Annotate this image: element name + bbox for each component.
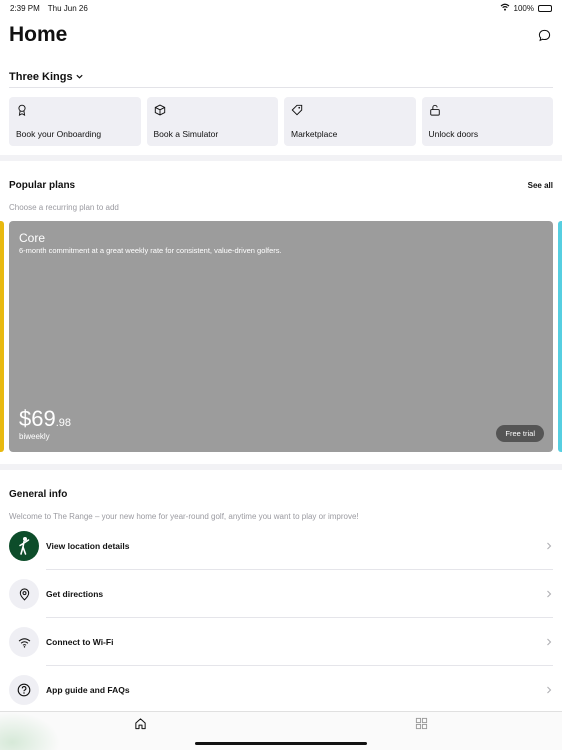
popular-plans-header: Popular plans See all — [9, 180, 553, 191]
wifi-status-icon — [500, 3, 510, 13]
plan-price: $69 .98 — [19, 406, 71, 432]
battery-icon — [538, 4, 552, 12]
chevron-down-icon — [75, 74, 83, 79]
quick-actions: Book your Onboarding Book a Simulator Ma… — [9, 97, 553, 146]
grid-icon — [415, 717, 427, 729]
plan-period: biweekly — [19, 432, 50, 441]
home-indicator — [195, 742, 367, 745]
section-subtitle: Choose a recurring plan to add — [9, 203, 119, 212]
tab-more[interactable] — [414, 716, 428, 730]
location-name: Three Kings — [9, 70, 73, 83]
section-divider — [0, 464, 562, 470]
chevron-right-icon — [545, 638, 553, 646]
book-onboarding-card[interactable]: Book your Onboarding — [9, 97, 141, 146]
quick-action-label: Unlock doors — [428, 129, 479, 139]
next-plan-card-peek[interactable] — [558, 221, 562, 452]
help-circle-icon — [9, 675, 39, 705]
chevron-right-icon — [545, 590, 553, 598]
marketplace-card[interactable]: Marketplace — [284, 97, 416, 146]
chat-button[interactable] — [535, 26, 553, 44]
general-info-header: General info — [9, 489, 553, 500]
cube-icon — [154, 104, 165, 116]
battery-percent: 100% — [513, 3, 534, 13]
tag-icon — [291, 104, 303, 116]
book-simulator-card[interactable]: Book a Simulator — [146, 97, 278, 146]
award-icon — [18, 104, 26, 116]
see-all-link[interactable]: See all — [528, 181, 553, 190]
chevron-right-icon — [545, 542, 553, 550]
section-title: General info — [9, 489, 68, 500]
location-selector[interactable]: Three Kings — [9, 71, 84, 83]
plan-name: Core — [19, 231, 46, 245]
map-pin-icon — [9, 579, 39, 609]
info-row-label: Get directions — [46, 589, 104, 599]
location-row: Three Kings — [9, 66, 553, 88]
chat-bubble-icon — [538, 29, 550, 41]
golfer-logo-icon — [9, 531, 39, 561]
app-guide-faqs-row[interactable]: App guide and FAQs — [9, 666, 553, 714]
section-divider — [0, 155, 562, 161]
plan-description: 6-month commitment at a great weekly rat… — [19, 246, 282, 255]
connect-wifi-row[interactable]: Connect to Wi-Fi — [9, 618, 553, 666]
section-subtitle: Welcome to The Range – your new home for… — [9, 512, 359, 521]
plans-carousel[interactable]: Core 6-month commitment at a great weekl… — [0, 221, 562, 452]
section-title: Popular plans — [9, 180, 76, 191]
info-row-label: App guide and FAQs — [46, 685, 130, 695]
header: Home — [9, 20, 553, 50]
status-bar: 2:39 PM Thu Jun 26 100% — [0, 0, 562, 16]
quick-action-label: Book a Simulator — [153, 129, 219, 139]
previous-plan-card-peek[interactable] — [0, 221, 4, 452]
info-row-label: Connect to Wi-Fi — [46, 637, 114, 647]
view-location-details-row[interactable]: View location details — [9, 522, 553, 570]
info-row-label: View location details — [46, 541, 130, 551]
quick-action-label: Marketplace — [291, 129, 338, 139]
unlock-icon — [429, 104, 440, 116]
tab-home[interactable] — [133, 716, 147, 730]
tab-bar — [0, 711, 562, 750]
chevron-right-icon — [545, 686, 553, 694]
plan-card-core[interactable]: Core 6-month commitment at a great weekl… — [9, 221, 553, 452]
tab-bar-glow — [0, 712, 60, 750]
price-dollars: $69 — [19, 406, 56, 431]
status-time: 2:39 PM — [10, 3, 40, 13]
general-info-list: View location details Get directions Con… — [9, 522, 553, 714]
unlock-doors-card[interactable]: Unlock doors — [421, 97, 553, 146]
free-trial-button[interactable]: Free trial — [496, 425, 544, 442]
status-date: Thu Jun 26 — [47, 3, 88, 13]
home-icon — [134, 717, 146, 729]
price-cents: .98 — [55, 417, 72, 429]
quick-action-label: Book your Onboarding — [16, 129, 102, 139]
wifi-icon — [9, 627, 39, 657]
page-title: Home — [9, 23, 68, 46]
get-directions-row[interactable]: Get directions — [9, 570, 553, 618]
